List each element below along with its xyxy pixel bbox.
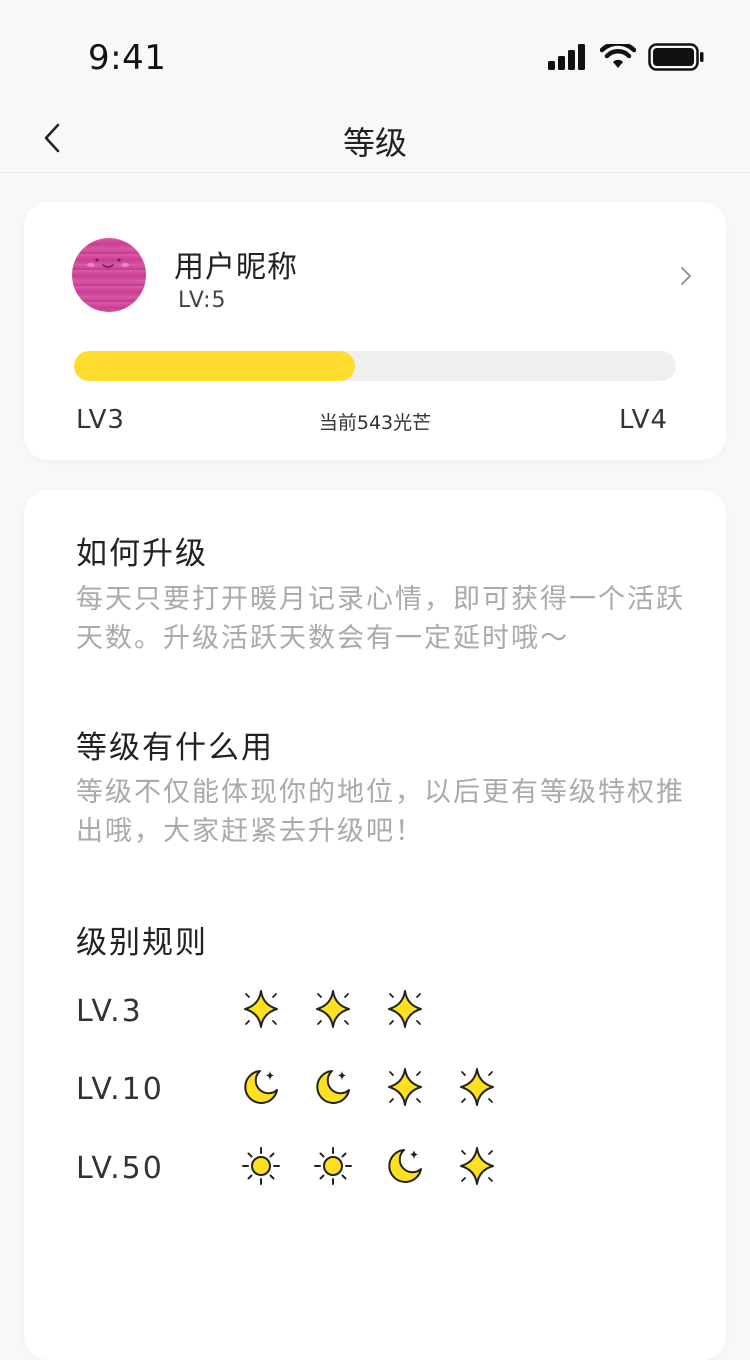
rule-level-label: LV.10 bbox=[76, 1072, 164, 1107]
profile-arrow-button[interactable] bbox=[676, 264, 696, 288]
moon-icon bbox=[240, 1066, 282, 1108]
level-progress-fill bbox=[74, 351, 356, 381]
status-icons bbox=[548, 41, 704, 75]
level-usage-text: 等级不仅能体现你的地位，以后更有等级特权推出哦，大家赶紧去升级吧！ bbox=[76, 777, 685, 847]
profile-card[interactable]: 用户昵称 LV:5 LV3 当前543光芒 LV4 bbox=[24, 202, 726, 460]
moon-icon bbox=[384, 1145, 426, 1187]
signal-icon bbox=[548, 44, 588, 74]
avatar-face-icon bbox=[87, 258, 129, 268]
star-icon bbox=[240, 988, 282, 1030]
level-usage-title: 等级有什么用 bbox=[76, 730, 274, 766]
star-icon bbox=[384, 1066, 426, 1108]
avatar[interactable] bbox=[72, 238, 146, 312]
progress-end-level: LV4 bbox=[619, 405, 668, 435]
rule-row: LV.50 bbox=[24, 1145, 726, 1195]
rule-icons bbox=[240, 988, 426, 1030]
nav-bar: 等级 bbox=[0, 100, 750, 173]
star-icon bbox=[456, 1145, 498, 1187]
star-icon bbox=[384, 988, 426, 1030]
star-icon bbox=[312, 988, 354, 1030]
rule-icons bbox=[240, 1066, 498, 1108]
page-title: 等级 bbox=[342, 124, 407, 162]
status-time: 9:41 bbox=[88, 38, 167, 78]
how-to-upgrade-text: 每天只要打开暖月记录心情，即可获得一个活跃天数。升级活跃天数会有一定延时哦～ bbox=[76, 584, 685, 654]
how-to-upgrade-title: 如何升级 bbox=[76, 536, 208, 572]
rule-level-label: LV.3 bbox=[76, 994, 143, 1029]
status-bar: 9:41 bbox=[0, 0, 750, 100]
nickname: 用户昵称 bbox=[174, 250, 298, 285]
sun-icon bbox=[240, 1145, 282, 1187]
sun-icon bbox=[312, 1145, 354, 1187]
chevron-right-icon bbox=[681, 267, 691, 285]
rule-row: LV.10 bbox=[24, 1066, 726, 1116]
level-rules-title: 级别规则 bbox=[76, 925, 208, 961]
user-level: LV:5 bbox=[178, 288, 227, 313]
rule-icons bbox=[240, 1145, 498, 1187]
rule-row: LV.3 bbox=[24, 988, 726, 1038]
level-info-card: 如何升级 每天只要打开暖月记录心情，即可获得一个活跃天数。升级活跃天数会有一定延… bbox=[24, 490, 726, 1360]
star-icon bbox=[456, 1066, 498, 1108]
level-progress-bar bbox=[74, 351, 676, 381]
rule-level-label: LV.50 bbox=[76, 1151, 164, 1186]
battery-icon bbox=[648, 43, 704, 75]
wifi-icon bbox=[599, 41, 637, 74]
moon-icon bbox=[312, 1066, 354, 1108]
